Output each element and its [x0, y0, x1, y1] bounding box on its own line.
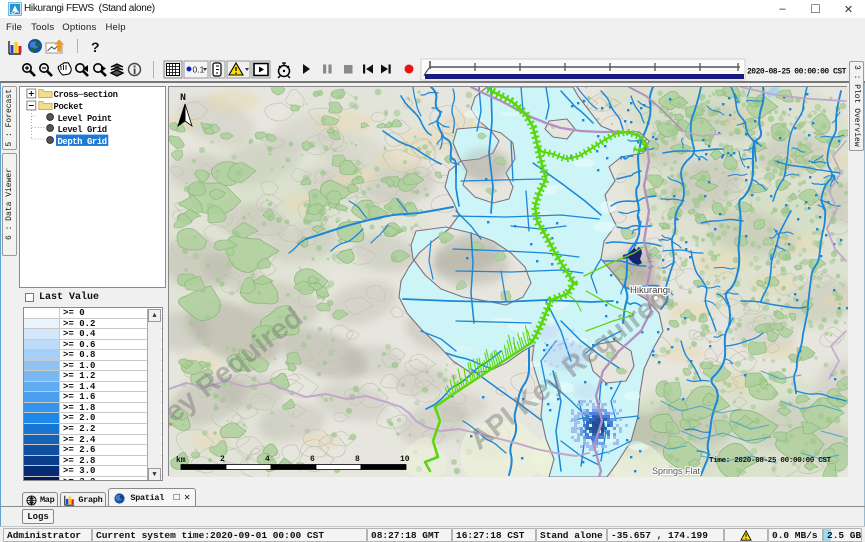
svg-text:Springs Flat: Springs Flat	[652, 466, 701, 476]
svg-text:N: N	[180, 93, 186, 104]
svg-text:Time: 2020-08-25 00:00:00 CST: Time: 2020-08-25 00:00:00 CST	[709, 457, 832, 465]
svg-text:10: 10	[400, 455, 410, 464]
svg-text:8: 8	[355, 455, 360, 464]
svg-text:km: km	[176, 456, 186, 465]
svg-text:6: 6	[310, 455, 315, 464]
svg-text:?: ?	[91, 39, 100, 55]
svg-text:4: 4	[265, 455, 270, 464]
svg-text:2: 2	[220, 455, 225, 464]
svg-text:0.1: 0.1	[193, 65, 205, 75]
svg-text:Hikurangi: Hikurangi	[630, 285, 670, 296]
svg-text:2020-08-25 00:00:00 CST: 2020-08-25 00:00:00 CST	[747, 68, 847, 77]
